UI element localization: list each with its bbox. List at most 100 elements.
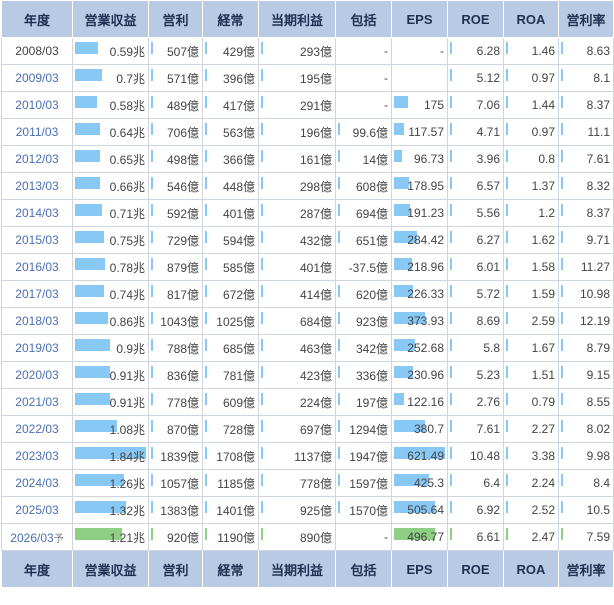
- operating-profit-cell-marker: [151, 528, 153, 540]
- ordinary-profit-cell: 685億: [202, 334, 259, 362]
- roa-cell-marker: [506, 258, 508, 270]
- year-link[interactable]: 2025/03: [1, 496, 73, 524]
- year-link[interactable]: 2009/03: [1, 64, 73, 92]
- year-link[interactable]: 2021/03: [1, 388, 73, 416]
- year-link[interactable]: 2010/03: [1, 91, 73, 119]
- margin-cell: 9.71: [558, 226, 614, 254]
- net-income-cell: 684億: [258, 307, 336, 335]
- year-link[interactable]: 2018/03: [1, 307, 73, 335]
- year-link[interactable]: 2014/03: [1, 199, 73, 227]
- roe-cell-value: 6.01: [476, 260, 500, 274]
- net-income-cell: 697億: [258, 415, 336, 443]
- margin-cell-marker: [561, 123, 563, 135]
- comprehensive-cell: 608億: [335, 172, 392, 200]
- ordinary-profit-cell-marker: [205, 204, 207, 216]
- roa-cell-marker: [506, 204, 508, 216]
- operating-profit-cell: 592億: [148, 199, 203, 227]
- operating-profit-cell-marker: [151, 393, 153, 405]
- year-link[interactable]: 2019/03: [1, 334, 73, 362]
- comprehensive-cell: 99.6億: [335, 118, 392, 146]
- comprehensive-cell: -: [335, 523, 392, 551]
- operating-profit-cell: 1839億: [148, 442, 203, 470]
- net-income-cell-value: 423億: [299, 368, 332, 383]
- year-label: 2018/03: [15, 314, 59, 328]
- net-income-cell: 287億: [258, 199, 336, 227]
- operating-profit-cell-marker: [151, 231, 153, 243]
- net-income-cell-marker: [261, 366, 263, 378]
- revenue-cell: 0.64兆: [72, 118, 149, 146]
- footer-header-col-7: ROE: [447, 550, 504, 588]
- operating-profit-cell-value: 489億: [166, 98, 199, 113]
- net-income-cell-value: 778億: [299, 476, 332, 491]
- year-link[interactable]: 2011/03: [1, 118, 73, 146]
- year-link[interactable]: 2023/03: [1, 442, 73, 470]
- revenue-cell-value: 0.7兆: [116, 71, 145, 86]
- margin-cell-marker: [561, 501, 563, 513]
- revenue-cell: 0.86兆: [72, 307, 149, 335]
- margin-cell-marker: [561, 528, 563, 540]
- margin-cell-value: 7.61: [586, 152, 610, 166]
- comprehensive-cell-value: 620億: [355, 287, 388, 302]
- roa-cell-marker: [506, 501, 508, 513]
- revenue-cell: 0.58兆: [72, 91, 149, 119]
- year-link[interactable]: 2026/03予: [1, 523, 73, 551]
- margin-cell-value: 10.5: [586, 503, 610, 517]
- roe-cell-marker: [450, 177, 452, 189]
- comprehensive-cell-marker: [338, 123, 340, 135]
- ordinary-profit-cell-marker: [205, 150, 207, 162]
- roe-cell-marker: [450, 393, 452, 405]
- operating-profit-cell: 729億: [148, 226, 203, 254]
- roa-cell-value: 1.46: [531, 44, 555, 58]
- margin-cell: 8.37: [558, 91, 614, 119]
- comprehensive-cell-value: 336億: [355, 368, 388, 383]
- roe-cell-value: 2.76: [476, 395, 500, 409]
- roe-cell-marker: [450, 96, 452, 108]
- roa-cell-marker: [506, 474, 508, 486]
- revenue-cell: 1.84兆: [72, 442, 149, 470]
- revenue-cell-value: 0.86兆: [109, 314, 145, 329]
- roe-cell-value: 4.71: [476, 125, 500, 139]
- operating-profit-cell-marker: [151, 177, 153, 189]
- year-label: 2021/03: [15, 395, 59, 409]
- net-income-cell: 1137億: [258, 442, 336, 470]
- year-link[interactable]: 2024/03: [1, 469, 73, 497]
- margin-cell: 9.15: [558, 361, 614, 389]
- year-label: 2020/03: [15, 368, 59, 382]
- year-label: 2023/03: [15, 449, 59, 463]
- year-link[interactable]: 2017/03: [1, 280, 73, 308]
- net-income-cell-value: 196億: [299, 125, 332, 140]
- margin-cell-value: 8.79: [586, 341, 610, 355]
- ordinary-profit-cell: 429億: [202, 37, 259, 65]
- roe-cell-marker: [450, 42, 452, 54]
- roa-cell-marker: [506, 42, 508, 54]
- eps-cell: 425.3: [391, 469, 448, 497]
- year-link[interactable]: 2012/03: [1, 145, 73, 173]
- ordinary-profit-cell-marker: [205, 393, 207, 405]
- operating-profit-cell-marker: [151, 447, 153, 459]
- year-link[interactable]: 2016/03: [1, 253, 73, 281]
- revenue-cell: 0.75兆: [72, 226, 149, 254]
- eps-cell: 230.96: [391, 361, 448, 389]
- year-link[interactable]: 2015/03: [1, 226, 73, 254]
- year-link[interactable]: 2022/03: [1, 415, 73, 443]
- year-label: 2024/03: [15, 476, 59, 490]
- margin-cell: 8.79: [558, 334, 614, 362]
- net-income-cell-value: 414億: [299, 287, 332, 302]
- ordinary-profit-cell-marker: [205, 528, 207, 540]
- ordinary-profit-cell-marker: [205, 123, 207, 135]
- margin-cell-marker: [561, 366, 563, 378]
- comprehensive-cell-value: 651億: [355, 233, 388, 248]
- year-label: 2015/03: [15, 233, 59, 247]
- year-link[interactable]: 2020/03: [1, 361, 73, 389]
- eps-cell-value: 175: [423, 98, 444, 112]
- roa-cell-value: 0.8: [538, 152, 555, 166]
- net-income-cell-value: 401億: [299, 260, 332, 275]
- comprehensive-cell-marker: [338, 312, 340, 324]
- operating-profit-cell-value: 920億: [166, 530, 199, 545]
- revenue-cell-value: 0.91兆: [109, 395, 145, 410]
- ordinary-profit-cell-value: 728億: [222, 422, 255, 437]
- operating-profit-cell: 546億: [148, 172, 203, 200]
- year-link[interactable]: 2013/03: [1, 172, 73, 200]
- comprehensive-cell-marker: [338, 447, 340, 459]
- roa-cell: 1.46: [503, 37, 559, 65]
